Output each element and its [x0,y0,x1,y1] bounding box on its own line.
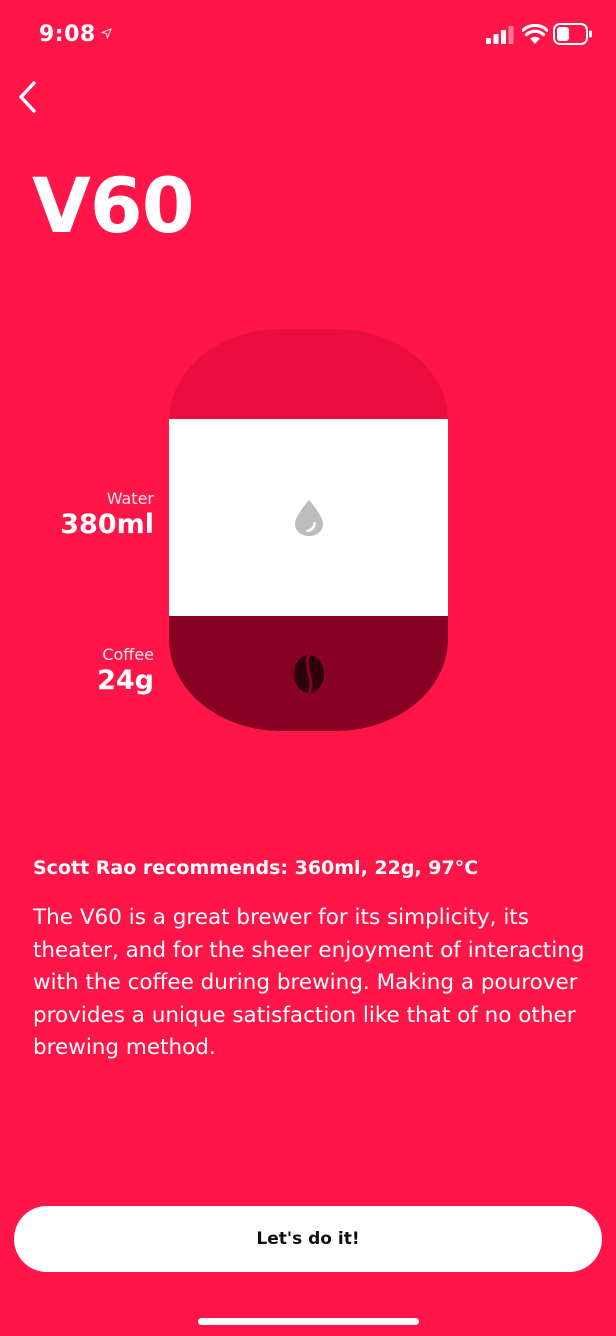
coffee-value: 24g [97,665,154,696]
brewer-graphic [169,329,448,731]
back-button[interactable] [6,74,50,120]
coffee-zone [169,616,448,731]
coffee-quantity: Coffee 24g [0,645,154,697]
cellular-signal-icon [486,26,514,44]
lets-do-it-button[interactable]: Let's do it! [14,1206,602,1272]
coffee-bean-icon [293,654,324,693]
brewer-description: The V60 is a great brewer for its simpli… [33,905,585,1060]
chevron-left-icon [19,81,36,113]
battery-icon [553,23,592,45]
home-indicator[interactable] [198,1318,419,1325]
page-title: V60 [32,161,195,250]
water-label: Water [106,489,154,508]
water-quantity: Water 380ml [0,489,154,541]
location-arrow-icon [101,28,112,39]
status-bar: 9:08 [0,0,616,74]
recommendation-text: Scott Rao recommends: 360ml, 22g, 97°C [33,857,479,879]
wifi-icon [522,24,548,44]
water-zone [169,419,448,616]
brewer-top-zone [169,329,448,419]
water-drop-icon [294,499,323,536]
coffee-label: Coffee [102,645,154,664]
status-time: 9:08 [39,22,96,47]
water-value: 380ml [60,509,154,540]
